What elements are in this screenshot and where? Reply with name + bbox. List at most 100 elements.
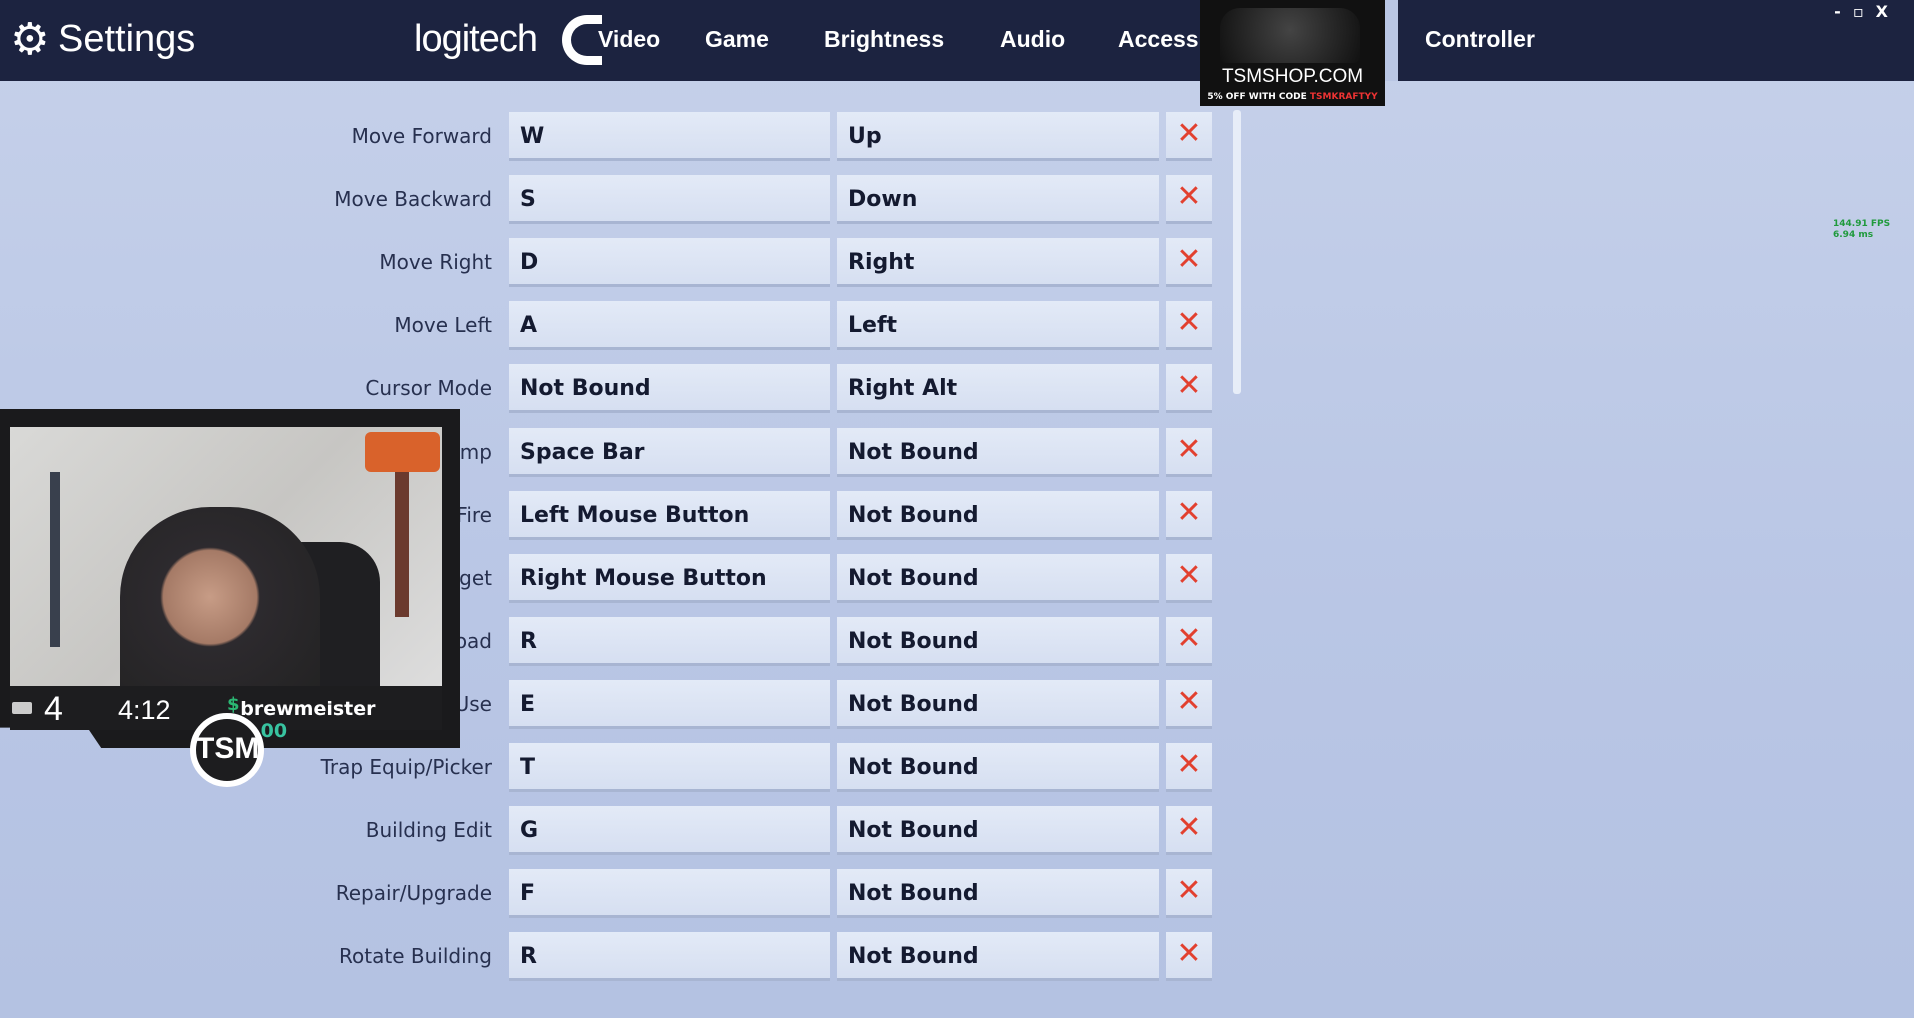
action-label: Move Left [394, 313, 492, 338]
clear-binding-button[interactable]: ✕ [1166, 616, 1212, 666]
streamer [120, 507, 320, 686]
clear-binding-button[interactable]: ✕ [1166, 743, 1212, 792]
clear-binding-button[interactable]: ✕ [1166, 806, 1212, 856]
merch-overlay: TSMSHOP.COM 5% OFF WITH CODE TSMKRAFTYY [1200, 0, 1385, 106]
x-icon: ✕ [1176, 179, 1202, 215]
primary-key-button[interactable]: Not Bound [509, 364, 830, 414]
action-label: Repair/Upgrade [335, 881, 492, 906]
clear-binding-button[interactable]: ✕ [1166, 364, 1212, 414]
hammer-head-decor [365, 432, 440, 472]
tab-controller[interactable]: Controller [1425, 26, 1535, 53]
primary-key-button[interactable]: Left Mouse Button [509, 490, 830, 540]
action-label: Cursor Mode [365, 376, 492, 401]
secondary-key-button[interactable]: Not Bound [837, 427, 1159, 477]
secondary-key-button[interactable]: Not Bound [837, 490, 1159, 540]
restore-button[interactable]: ▫ [1853, 2, 1876, 21]
x-icon: ✕ [1176, 494, 1202, 530]
timer: 4:12 [118, 695, 171, 725]
viewer-icon [12, 702, 32, 714]
keybind-row: Rotate Building R Not Bound ✕ [0, 932, 1240, 982]
x-icon: ✕ [1176, 683, 1202, 719]
primary-key-button[interactable]: T [509, 743, 830, 792]
clear-binding-button[interactable]: ✕ [1166, 112, 1212, 161]
count: 4 [44, 690, 63, 728]
tab-game[interactable]: Game [705, 26, 769, 53]
primary-key-button[interactable]: A [509, 301, 830, 351]
top-bar: ⚙ Settings logitech Video Game Brightnes… [0, 0, 1914, 81]
clear-binding-button[interactable]: ✕ [1166, 238, 1212, 288]
x-icon: ✕ [1176, 242, 1202, 278]
primary-key-button[interactable]: F [509, 869, 830, 919]
clear-binding-button[interactable]: ✕ [1166, 679, 1212, 729]
action-label: Move Right [379, 250, 492, 275]
primary-key-button[interactable]: Right Mouse Button [509, 553, 830, 603]
webcam-overlay: 4 4:12 brewmeister $5.00 $ TSM [0, 409, 460, 787]
page-title: Settings [58, 18, 196, 60]
tab-brightness[interactable]: Brightness [824, 26, 944, 53]
action-label: Use [454, 691, 492, 716]
secondary-key-button[interactable]: Not Bound [837, 869, 1159, 919]
tab-audio[interactable]: Audio [1000, 26, 1065, 53]
merch-promo: 5% OFF WITH CODE TSMKRAFTYY [1207, 92, 1378, 102]
secondary-key-button[interactable]: Right [837, 238, 1159, 288]
sword-decor [50, 472, 60, 647]
dollar-icon: $ [227, 694, 240, 715]
secondary-key-button[interactable]: Right Alt [837, 364, 1159, 414]
window-controls[interactable]: -▫X [1834, 2, 1900, 21]
keybind-row: Move Backward S Down ✕ [0, 175, 1240, 225]
close-button[interactable]: X [1876, 2, 1900, 21]
keybind-row: Move Left A Left ✕ [0, 301, 1240, 351]
action-label: Rotate Building [339, 944, 492, 969]
primary-key-button[interactable]: R [509, 616, 830, 666]
x-icon: ✕ [1176, 116, 1202, 151]
primary-key-button[interactable]: R [509, 932, 830, 982]
secondary-key-button[interactable]: Not Bound [837, 932, 1159, 982]
fps-counter: 144.91 FPS 6.94 ms [1833, 219, 1891, 240]
primary-key-button[interactable]: E [509, 679, 830, 729]
keybind-row: Building Edit G Not Bound ✕ [0, 806, 1240, 856]
secondary-key-button[interactable]: Left [837, 301, 1159, 351]
action-label: Fire [456, 502, 492, 527]
primary-key-button[interactable]: D [509, 238, 830, 288]
x-icon: ✕ [1176, 368, 1202, 404]
minimize-button[interactable]: - [1834, 2, 1853, 21]
secondary-key-button[interactable]: Not Bound [837, 806, 1159, 856]
tab-video[interactable]: Video [598, 26, 660, 53]
secondary-key-button[interactable]: Up [837, 112, 1159, 161]
x-icon: ✕ [1176, 810, 1202, 846]
clear-binding-button[interactable]: ✕ [1166, 427, 1212, 477]
keybind-row: Move Forward W Up ✕ [0, 112, 1240, 161]
secondary-key-button[interactable]: Not Bound [837, 679, 1159, 729]
clear-binding-button[interactable]: ✕ [1166, 301, 1212, 351]
secondary-key-button[interactable]: Not Bound [837, 743, 1159, 792]
x-icon: ✕ [1176, 557, 1202, 593]
primary-key-button[interactable]: G [509, 806, 830, 856]
webcam-video [10, 427, 442, 686]
keybind-row: Move Right D Right ✕ [0, 238, 1240, 288]
clear-binding-button[interactable]: ✕ [1166, 553, 1212, 603]
clear-binding-button[interactable]: ✕ [1166, 490, 1212, 540]
secondary-key-button[interactable]: Down [837, 175, 1159, 225]
clear-binding-button[interactable]: ✕ [1166, 932, 1212, 982]
action-label: Move Backward [334, 187, 492, 212]
primary-key-button[interactable]: Space Bar [509, 427, 830, 477]
shirt-image [1220, 8, 1360, 63]
action-label: Building Edit [365, 818, 492, 843]
clear-binding-button[interactable]: ✕ [1166, 869, 1212, 919]
logitech-mark-icon [562, 15, 602, 65]
x-icon: ✕ [1176, 747, 1202, 782]
keybind-row: Cursor Mode Not Bound Right Alt ✕ [0, 364, 1240, 414]
keybind-row: Repair/Upgrade F Not Bound ✕ [0, 869, 1240, 919]
logitech-logo: logitech [414, 18, 538, 60]
primary-key-button[interactable]: W [509, 112, 830, 161]
merch-site: TSMSHOP.COM [1221, 66, 1364, 87]
clear-binding-button[interactable]: ✕ [1166, 175, 1212, 225]
gear-icon: ⚙ [10, 14, 50, 65]
secondary-key-button[interactable]: Not Bound [837, 616, 1159, 666]
x-icon: ✕ [1176, 620, 1202, 656]
secondary-key-button[interactable]: Not Bound [837, 553, 1159, 603]
x-icon: ✕ [1176, 305, 1202, 341]
action-label: Move Forward [351, 124, 492, 148]
scrollbar[interactable] [1233, 110, 1241, 394]
primary-key-button[interactable]: S [509, 175, 830, 225]
